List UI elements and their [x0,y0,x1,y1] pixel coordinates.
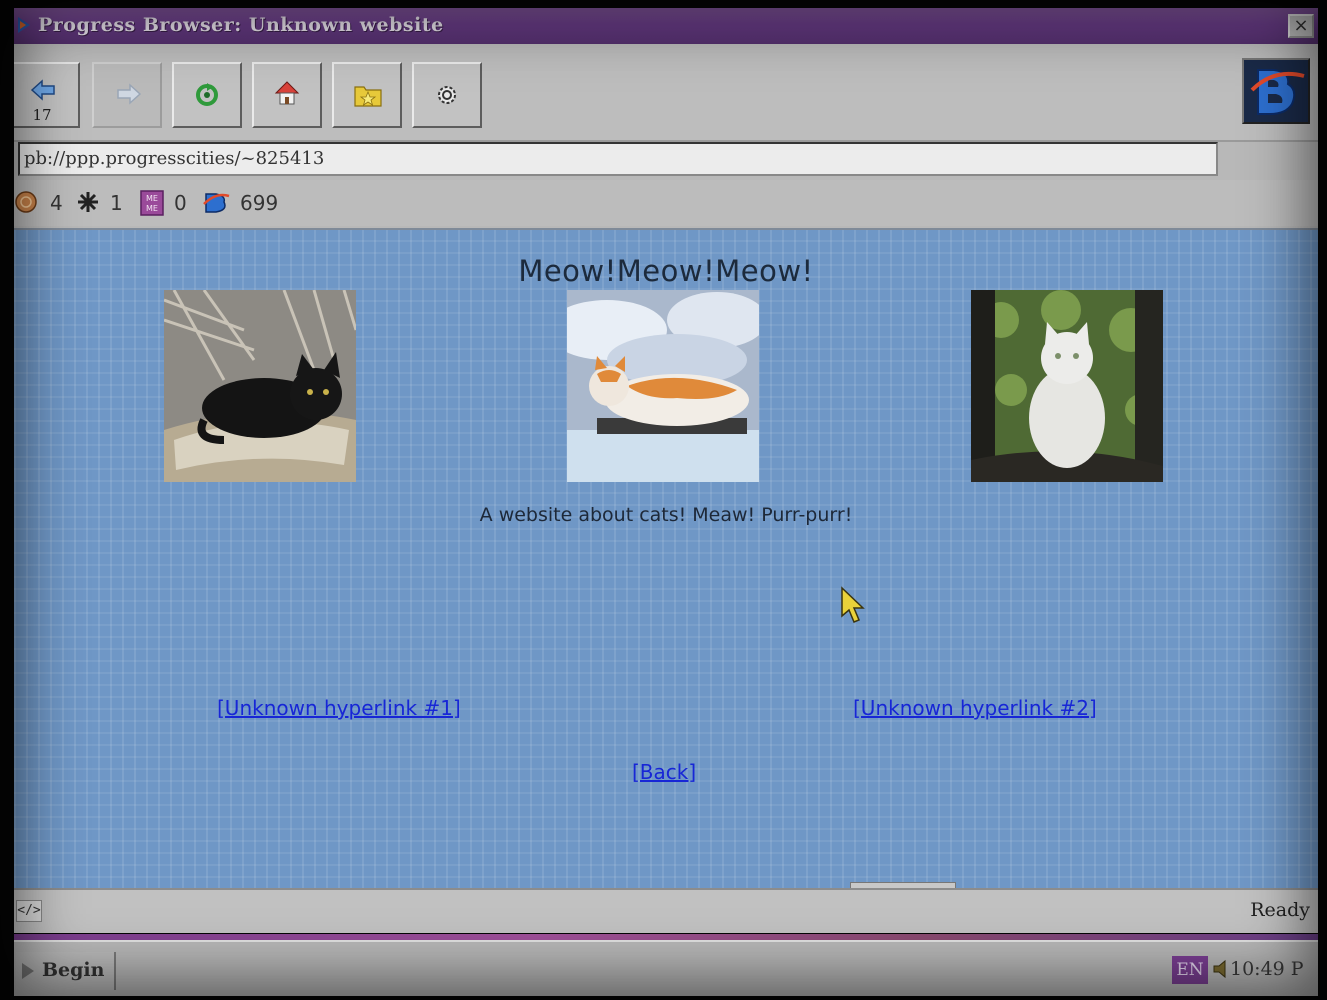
title-bar[interactable]: Progress Browser: Unknown website × [14,8,1318,44]
meme-count: 0 [174,191,187,215]
unknown-hyperlink-2[interactable]: [Unknown hyperlink #2] [853,696,1097,720]
close-icon: × [1293,15,1309,36]
black-cat-photo [164,290,356,482]
unknown-hyperlink-1[interactable]: [Unknown hyperlink #1] [217,696,461,720]
back-history-count: 17 [32,106,52,124]
favorites-button[interactable] [332,62,402,128]
meme-icon: ME ME [140,190,164,216]
svg-text:ME: ME [146,204,158,213]
address-bar[interactable]: pb://ppp.progresscities/~825413 [18,142,1218,176]
back-link[interactable]: [Back] [632,760,696,784]
favorites-folder-icon [354,86,382,107]
page-tagline: A website about cats! Meaw! Purr-purr! [479,504,853,526]
white-cat-photo [971,290,1163,482]
svg-text:ME: ME [146,194,158,203]
volume-icon[interactable] [1212,958,1230,980]
asterisk-count: 1 [110,191,123,215]
system-clock: 10:49 P [1230,958,1304,980]
browser-app-icon [18,17,30,33]
coin-icon [15,191,37,213]
settings-button[interactable] [412,62,482,128]
view-source-icon[interactable]: </> [16,900,42,922]
forward-arrow-icon [117,83,142,105]
score-count: 699 [240,191,279,215]
begin-button[interactable]: Begin [16,952,116,990]
status-text: Ready [1250,899,1310,921]
asterisk-icon [78,192,98,212]
back-button[interactable]: 17 [14,62,80,128]
orange-white-cat-photo [567,290,759,482]
refresh-button[interactable] [172,62,242,128]
home-icon [274,81,300,105]
begin-label: Begin [42,959,105,981]
window-title: Progress Browser: Unknown website [38,14,444,36]
home-button[interactable] [252,62,322,128]
close-button[interactable]: × [1288,14,1314,38]
toolbar: 17 [14,44,1318,142]
refresh-icon [196,83,218,106]
stats-bar: 4 1 ME ME 0 699 [14,180,1318,226]
screen: Progress Browser: Unknown website × 17 p… [0,0,1327,1000]
page-title: Meow!Meow!Meow! [518,254,814,288]
mouse-cursor-icon [841,586,865,623]
coin-count: 4 [50,191,63,215]
browser-logo [1242,58,1310,124]
begin-logo-icon [22,963,34,979]
language-indicator[interactable]: EN [1172,956,1208,984]
status-bar: </> Ready [14,888,1318,933]
score-logo-icon [203,193,230,213]
taskbar: Begin EN 10:49 P [14,940,1318,996]
back-arrow-icon [30,79,55,101]
web-page-content: Meow!Meow!Meow! A website about cats! Me… [14,228,1318,890]
browser-logo-icon [1244,60,1308,122]
browser-window: Progress Browser: Unknown website × 17 p… [14,8,1318,933]
forward-button[interactable] [92,62,162,128]
settings-gear-icon [438,86,456,104]
